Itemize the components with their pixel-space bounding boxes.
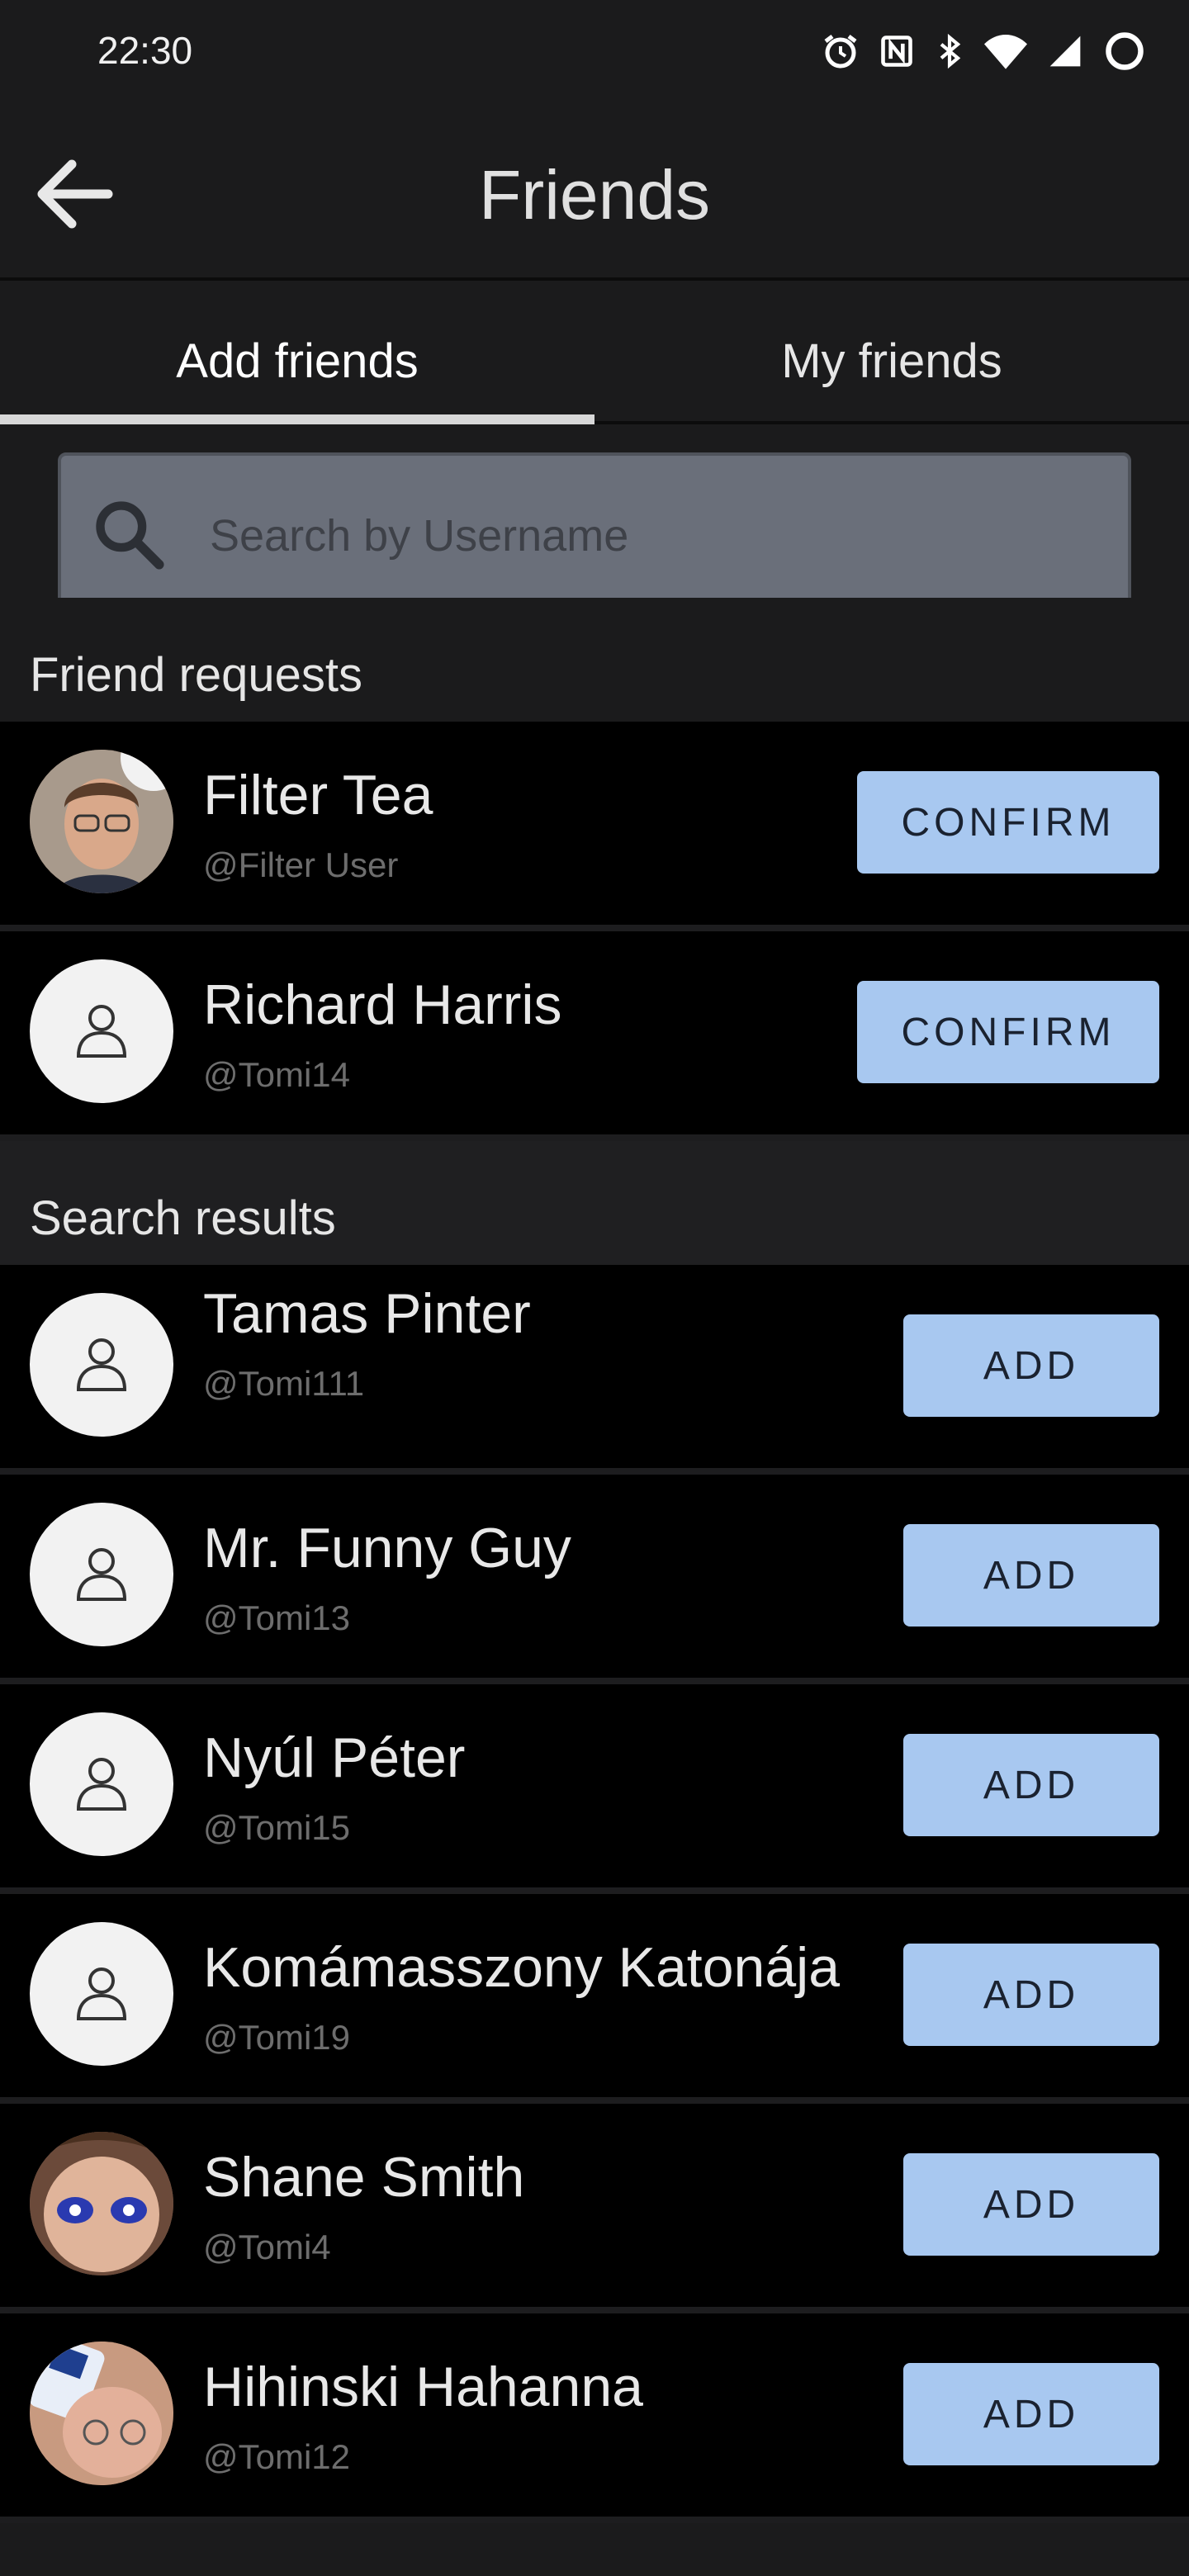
- user-name: Mr. Funny Guy: [203, 1517, 571, 1579]
- avatar: [30, 750, 173, 893]
- user-name: Komámasszony Katonája: [203, 1936, 841, 1999]
- user-name: Filter Tea: [203, 764, 433, 826]
- person-icon: [69, 997, 135, 1067]
- avatar: [30, 1922, 173, 2066]
- tab-bar: Add friends My friends: [0, 281, 1189, 424]
- search-input[interactable]: [208, 509, 1037, 562]
- search-results-header: Search results: [0, 1141, 1189, 1265]
- list-item: Mr. Funny Guy @Tomi13 ADD: [0, 1475, 1189, 1684]
- list-item: Nyúl Péter @Tomi15 ADD: [0, 1684, 1189, 1894]
- add-button[interactable]: ADD: [903, 1944, 1159, 2046]
- user-handle: @Tomi19: [203, 2018, 351, 2057]
- status-bar: 22:30: [0, 0, 1189, 107]
- battery-icon: [1103, 30, 1146, 73]
- person-icon: [69, 1540, 135, 1610]
- avatar: [30, 1293, 173, 1437]
- list-item: Komámasszony Katonája @Tomi19 ADD: [0, 1894, 1189, 2104]
- search-container: [0, 424, 1189, 619]
- avatar: [30, 1503, 173, 1646]
- search-results-list: Tamas Pinter @Tomi111 ADD Mr. Funny Guy …: [0, 1265, 1189, 2523]
- alarm-icon: [821, 31, 860, 71]
- confirm-button[interactable]: CONFIRM: [857, 771, 1159, 874]
- page-title: Friends: [478, 156, 711, 234]
- avatar: [30, 2132, 173, 2275]
- bluetooth-icon: [933, 33, 966, 69]
- person-icon: [69, 1750, 135, 1820]
- user-handle: @Tomi15: [203, 1808, 351, 1847]
- signal-icon: [1045, 33, 1085, 69]
- friend-requests-list: Filter Tea @Filter User CONFIRM Richard …: [0, 722, 1189, 1141]
- add-button[interactable]: ADD: [903, 1314, 1159, 1417]
- list-item: Richard Harris @Tomi14 CONFIRM: [0, 931, 1189, 1141]
- search-icon: [91, 496, 167, 576]
- status-icons: [821, 30, 1146, 73]
- user-handle: @Tomi111: [203, 1364, 365, 1403]
- search-box[interactable]: [58, 452, 1131, 619]
- list-item: Tamas Pinter @Tomi111 ADD: [0, 1265, 1189, 1475]
- add-button[interactable]: ADD: [903, 1734, 1159, 1836]
- user-name: Tamas Pinter: [203, 1282, 531, 1345]
- person-icon: [69, 1330, 135, 1400]
- avatar: [30, 1712, 173, 1856]
- confirm-button[interactable]: CONFIRM: [857, 981, 1159, 1083]
- list-item: Hihinski Hahanna @Tomi12 ADD: [0, 2313, 1189, 2523]
- app-bar: Friends: [0, 107, 1189, 281]
- user-handle: @Filter User: [203, 845, 399, 884]
- add-button[interactable]: ADD: [903, 1524, 1159, 1627]
- wifi-icon: [984, 33, 1027, 69]
- user-handle: @Tomi12: [203, 2437, 351, 2476]
- user-name: Hihinski Hahanna: [203, 2356, 643, 2418]
- tab-my-friends[interactable]: My friends: [594, 281, 1189, 421]
- status-time: 22:30: [97, 29, 193, 72]
- avatar: [30, 2342, 173, 2485]
- add-button[interactable]: ADD: [903, 2153, 1159, 2256]
- user-name: Shane Smith: [203, 2146, 525, 2209]
- add-button[interactable]: ADD: [903, 2363, 1159, 2465]
- tab-add-friends[interactable]: Add friends: [0, 281, 594, 424]
- user-name: Richard Harris: [203, 973, 562, 1036]
- list-item: Shane Smith @Tomi4 ADD: [0, 2104, 1189, 2313]
- user-handle: @Tomi4: [203, 2228, 331, 2266]
- nfc-icon: [879, 33, 915, 69]
- list-item: Filter Tea @Filter User CONFIRM: [0, 722, 1189, 931]
- user-name: Nyúl Péter: [203, 1726, 466, 1789]
- person-icon: [69, 1959, 135, 2029]
- user-handle: @Tomi13: [203, 1598, 351, 1637]
- friend-requests-header: Friend requests: [0, 598, 1189, 722]
- avatar: [30, 959, 173, 1103]
- user-handle: @Tomi14: [203, 1055, 351, 1094]
